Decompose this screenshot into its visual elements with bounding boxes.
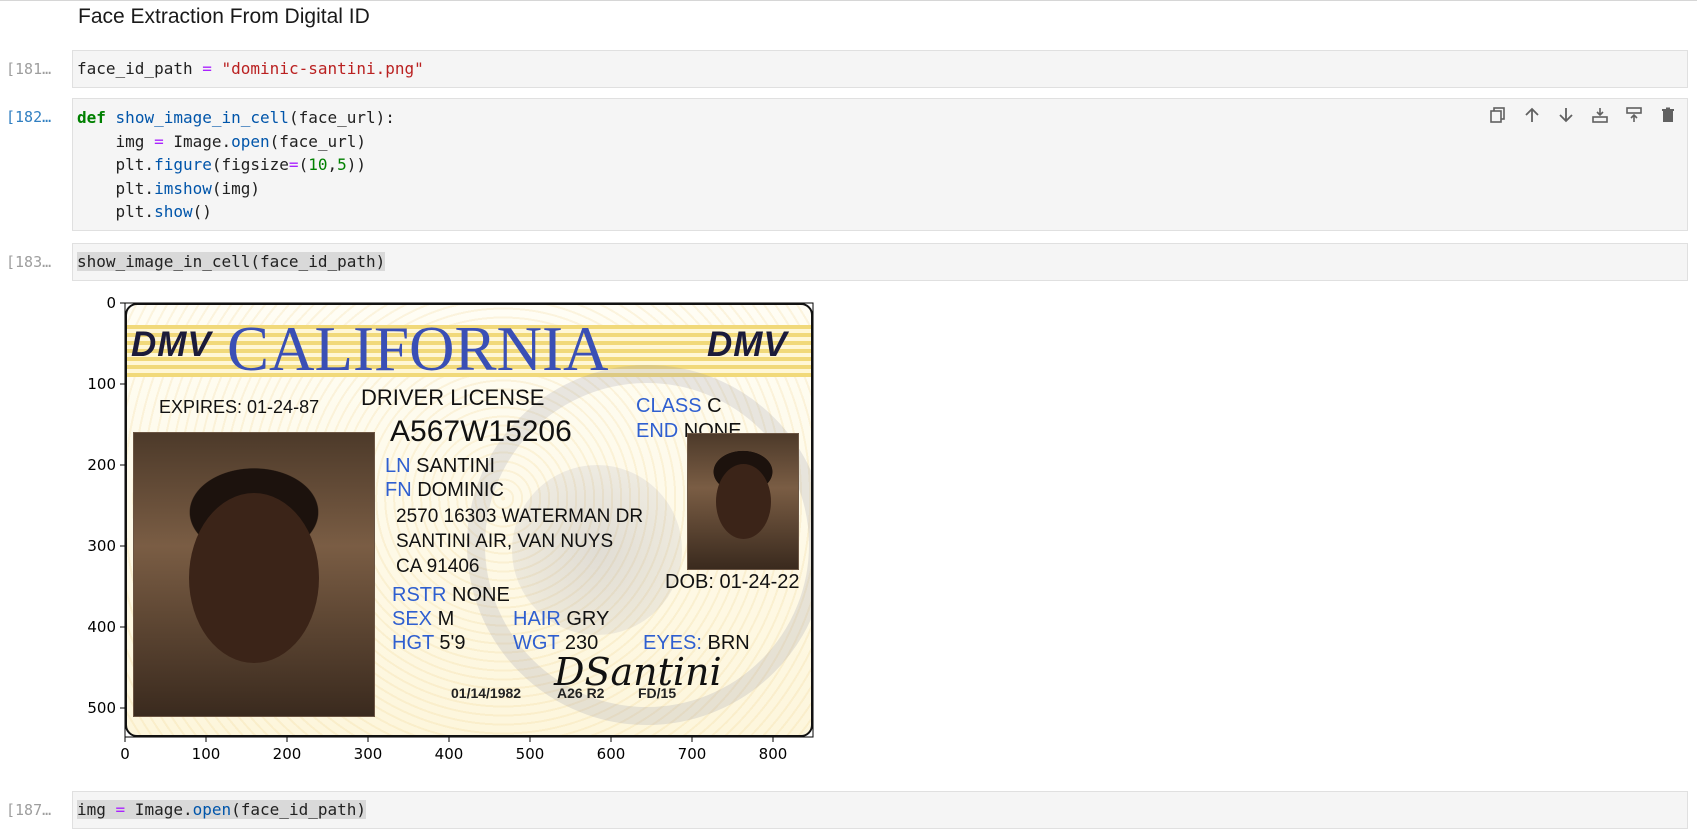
y-tick-label: 100 — [87, 375, 116, 393]
code-token: "dominic-santini.png" — [221, 59, 424, 78]
ln-field: LN SANTINI — [385, 455, 496, 477]
id-card-image: DMV CALIFORNIA DMV DRIVER LICENSE EXPIRE… — [125, 303, 813, 737]
ghost-photo-face — [716, 464, 771, 539]
markdown-heading: Face Extraction From Digital ID — [78, 5, 370, 28]
address-line-2: SANTINI AIR, VAN NUYS — [396, 531, 614, 552]
rstr-field: RSTR NONE — [392, 584, 510, 606]
y-tick-label: 200 — [87, 456, 116, 474]
x-tick-label: 400 — [435, 745, 464, 763]
cell-prompt-187: [187… — [6, 801, 52, 819]
x-tick-label: 600 — [597, 745, 626, 763]
x-tick-label: 200 — [273, 745, 302, 763]
x-tick-label: 500 — [516, 745, 545, 763]
card-footer-fd: FD/15 — [638, 685, 677, 701]
license-number: A567W15206 — [390, 415, 572, 448]
hair-field: HAIR GRY — [513, 608, 610, 630]
card-footer-date: 01/14/1982 — [451, 685, 522, 701]
code-token: show_image_in_cell(face_id_path) — [77, 252, 386, 271]
code-block: def show_image_in_cell(face_url): img = … — [77, 108, 395, 221]
duplicate-icon[interactable] — [1487, 104, 1509, 126]
address-line-3: CA 91406 — [396, 556, 480, 577]
move-up-icon[interactable] — [1521, 104, 1543, 126]
dmv-logo-left: DMV — [131, 325, 212, 364]
cell-prompt-183: [183… — [6, 253, 52, 271]
cell-prompt-182: [182… — [6, 108, 52, 126]
move-down-icon[interactable] — [1555, 104, 1577, 126]
fn-field: FN DOMINIC — [385, 479, 504, 501]
y-tick-label: 500 — [87, 699, 116, 717]
cell-prompt-181: [181… — [6, 60, 52, 78]
state-title: CALIFORNIA — [227, 314, 609, 384]
delete-icon[interactable] — [1657, 104, 1679, 126]
dmv-logo-right: DMV — [707, 325, 788, 364]
y-tick-label: 400 — [87, 618, 116, 636]
cell-toolbar — [1487, 104, 1679, 126]
card-footer-code: A26 R2 — [557, 685, 605, 701]
code-token: face_id_path — [77, 59, 193, 78]
x-tick-label: 700 — [678, 745, 707, 763]
address-line-1: 2570 16303 WATERMAN DR — [396, 506, 644, 527]
code-line: show_image_in_cell(face_id_path) — [77, 250, 386, 274]
x-tick-label: 0 — [120, 745, 130, 763]
main-photo-face — [189, 493, 319, 663]
x-tick-label: 800 — [759, 745, 788, 763]
insert-above-icon[interactable] — [1589, 104, 1611, 126]
doc-type: DRIVER LICENSE — [361, 385, 545, 410]
expires: EXPIRES: 01-24-87 — [159, 397, 320, 417]
main-photo — [133, 432, 375, 717]
code-line: face_id_path = "dominic-santini.png" — [77, 57, 424, 81]
code-line: img = Image.open(face_id_path) — [77, 800, 366, 819]
insert-below-icon[interactable] — [1623, 104, 1645, 126]
class-field: CLASS C — [636, 395, 722, 417]
y-tick-label: 300 — [87, 537, 116, 555]
sex-field: SEX M — [392, 608, 455, 630]
code-token: = — [202, 59, 212, 78]
y-tick-label: 0 — [106, 294, 116, 312]
hgt-field: HGT 5'9 — [392, 632, 466, 654]
dob: DOB: 01-24-22 — [665, 571, 800, 593]
x-tick-label: 300 — [354, 745, 383, 763]
top-divider — [0, 0, 1697, 1]
ghost-photo — [687, 433, 799, 570]
x-tick-label: 100 — [192, 745, 221, 763]
